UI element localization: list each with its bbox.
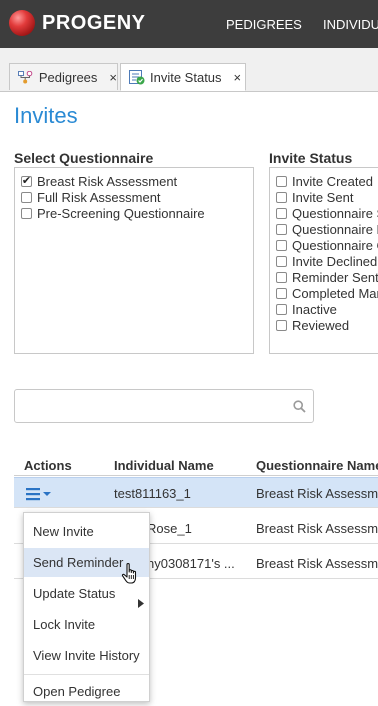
menu-divider [24, 674, 149, 675]
menu-item-lock-invite[interactable]: Lock Invite [24, 610, 149, 639]
checkbox[interactable] [276, 271, 287, 283]
checkbox[interactable] [276, 175, 287, 187]
status-option[interactable]: Invite Sent [276, 189, 353, 205]
status-option-label: Reminder Sent [292, 269, 378, 285]
status-option[interactable]: Completed Mar [276, 285, 378, 301]
checkbox[interactable] [276, 287, 287, 299]
status-option-label: Questionnaire S [292, 205, 378, 221]
status-option-label: Invite Sent [292, 189, 354, 205]
status-option[interactable]: Questionnaire C [276, 237, 378, 253]
progeny-logo-icon [9, 10, 35, 36]
actions-dropdown-menu: New Invite Send Reminder Update Status L… [23, 512, 150, 702]
cell-questionnaire-name: Breast Risk Assessm [256, 521, 378, 536]
logo-text: PROGENY [42, 12, 146, 34]
cell-questionnaire-name: Breast Risk Assessm [256, 556, 378, 571]
tab-invite-status[interactable]: Invite Status × [120, 63, 246, 91]
pedigree-icon [18, 70, 34, 84]
status-option-label: Questionnaire R [292, 221, 378, 237]
questionnaire-option[interactable]: Pre-Screening Questionnaire [21, 205, 205, 221]
search-input[interactable] [21, 396, 290, 418]
status-option[interactable]: Questionnaire R [276, 221, 378, 237]
status-option[interactable]: Invite Declined [276, 253, 377, 269]
checkbox[interactable] [276, 239, 287, 251]
status-option-label: Invite Created [292, 173, 373, 189]
status-option-label: Completed Mar [292, 285, 378, 301]
search-box[interactable] [14, 389, 314, 423]
nav-pedigrees[interactable]: PEDIGREES [226, 17, 302, 32]
status-option[interactable]: Invite Created [276, 173, 373, 189]
status-option[interactable]: Reviewed [276, 317, 349, 333]
tab-invite-status-label: Invite Status [150, 69, 222, 85]
checkbox[interactable] [276, 191, 287, 203]
status-option-label: Invite Declined [292, 253, 378, 269]
column-header-individual-name[interactable]: Individual Name [114, 458, 214, 473]
checkbox[interactable] [276, 255, 287, 267]
invite-status-icon [129, 69, 145, 84]
questionnaire-label: Select Questionnaire [14, 150, 154, 166]
questionnaire-listbox[interactable]: ✔ Breast Risk Assessment Full Risk Asses… [14, 167, 254, 354]
cell-individual-name: ny0308171's ... [147, 556, 235, 571]
status-option[interactable]: Questionnaire S [276, 205, 378, 221]
questionnaire-option[interactable]: Full Risk Assessment [21, 189, 161, 205]
cell-individual-name: Rose_1 [147, 521, 192, 536]
questionnaire-option-label: Breast Risk Assessment [37, 173, 178, 189]
tab-invite-status-close-icon[interactable]: × [234, 70, 242, 85]
invite-status-label: Invite Status [269, 150, 353, 166]
checkbox[interactable] [276, 303, 287, 315]
questionnaire-option[interactable]: ✔ Breast Risk Assessment [21, 173, 177, 189]
checkbox[interactable] [21, 191, 32, 203]
questionnaire-option-label: Full Risk Assessment [37, 189, 161, 205]
page-title: Invites [14, 103, 78, 128]
search-icon[interactable] [293, 400, 306, 418]
questionnaire-option-label: Pre-Screening Questionnaire [37, 205, 205, 221]
menu-item-new-invite[interactable]: New Invite [24, 517, 149, 546]
checkbox-checked[interactable]: ✔ [21, 175, 32, 187]
table-row[interactable]: test811163_1 Breast Risk Assessm [14, 477, 378, 508]
status-option[interactable]: Reminder Sent [276, 269, 378, 285]
actions-menu-button[interactable] [26, 487, 56, 504]
column-header-questionnaire-name[interactable]: Questionnaire Name [256, 458, 378, 473]
status-option-label: Reviewed [292, 317, 350, 333]
column-header-actions[interactable]: Actions [24, 458, 72, 473]
menu-item-open-pedigree[interactable]: Open Pedigree [24, 677, 149, 706]
tab-pedigrees[interactable]: Pedigrees × [9, 63, 118, 90]
status-option-label: Inactive [292, 301, 337, 317]
cell-questionnaire-name: Breast Risk Assessm [256, 486, 378, 501]
cell-individual-name: test811163_1 [114, 486, 191, 501]
checkbox[interactable] [276, 223, 287, 235]
status-option-label: Questionnaire C [292, 237, 378, 253]
checkbox[interactable] [276, 207, 287, 219]
checkbox[interactable] [276, 319, 287, 331]
invite-status-listbox[interactable]: Invite Created Invite Sent Questionnaire… [269, 167, 378, 354]
nav-individuals[interactable]: INDIVIDUA [323, 17, 378, 32]
checkbox[interactable] [21, 207, 32, 219]
tab-pedigrees-close-icon[interactable]: × [109, 70, 117, 85]
status-option[interactable]: Inactive [276, 301, 337, 317]
tab-pedigrees-label: Pedigrees [38, 69, 98, 85]
hand-cursor-icon [121, 562, 141, 591]
header-divider [14, 475, 378, 476]
menu-item-view-invite-history[interactable]: View Invite History [24, 641, 149, 670]
menu-item-update-status-label: Update Status [33, 586, 116, 601]
